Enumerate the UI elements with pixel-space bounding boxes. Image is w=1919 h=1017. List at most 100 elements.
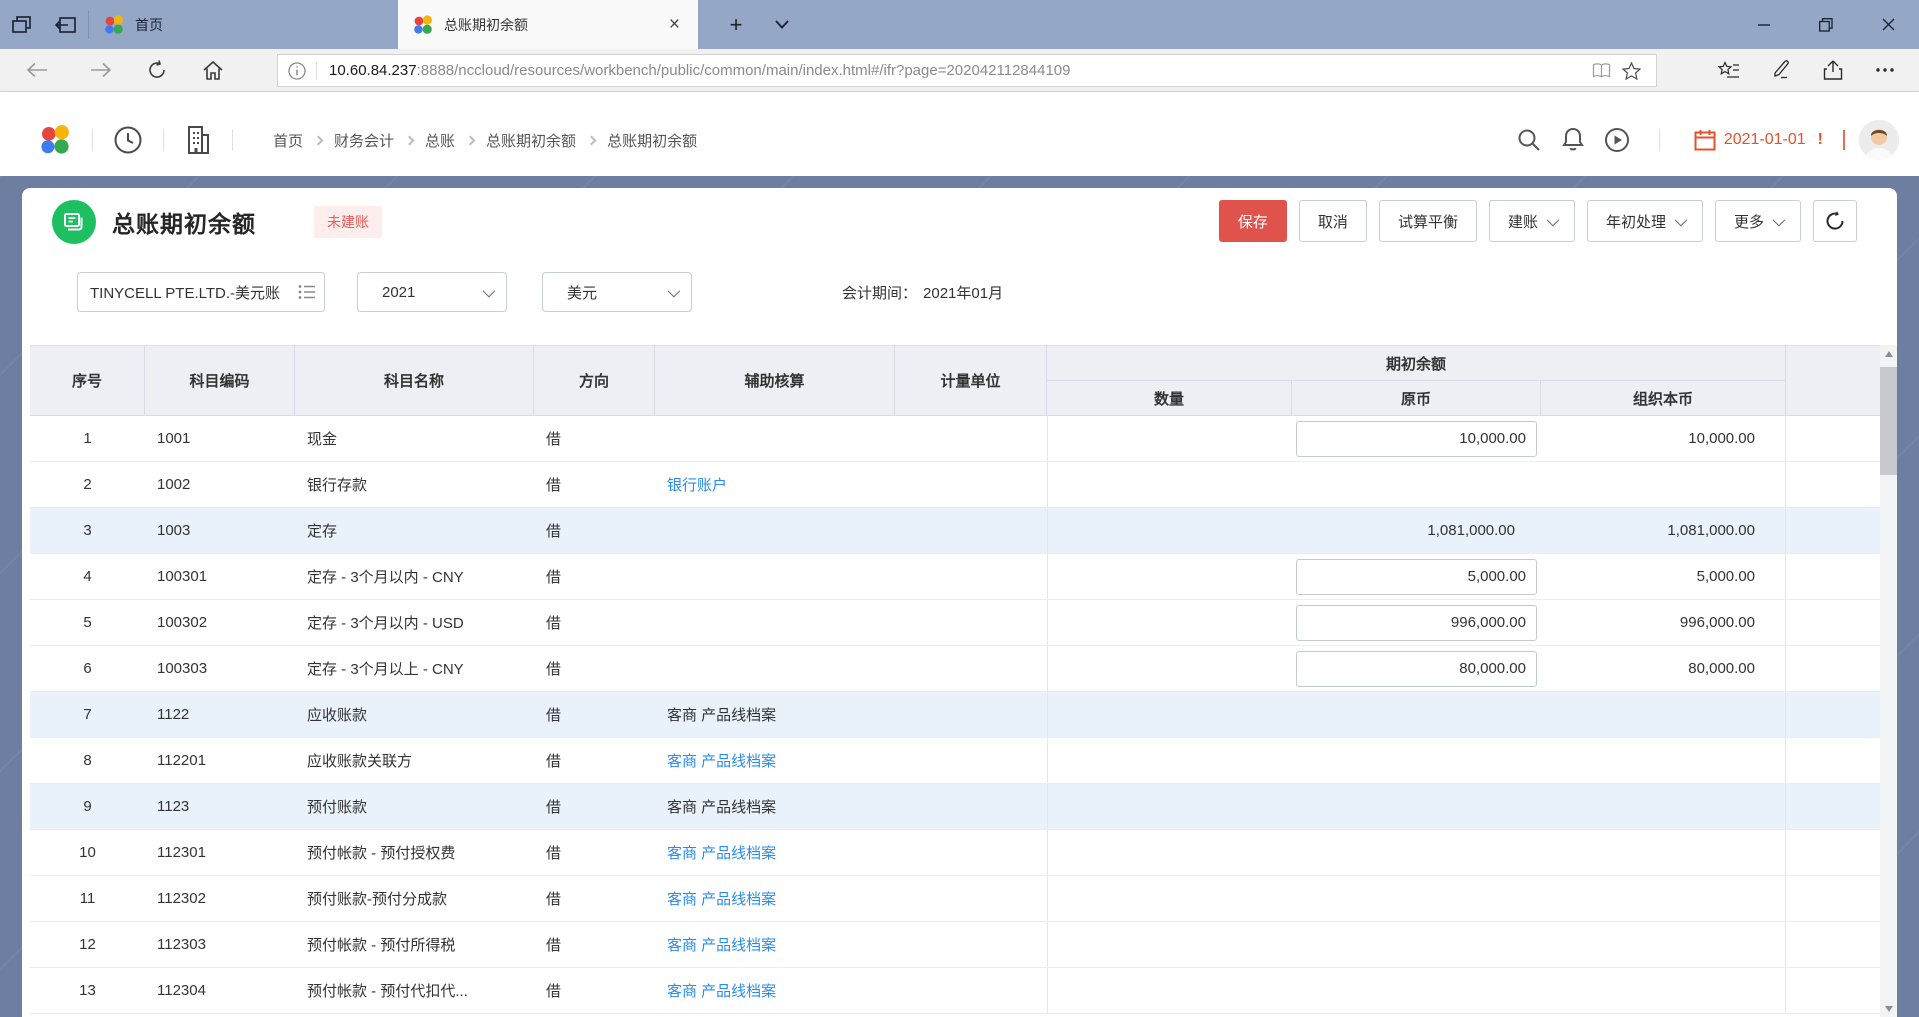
col-header-seq: 序号 — [30, 346, 145, 415]
year-begin-dropdown-button[interactable]: 年初处理 — [1587, 200, 1703, 242]
web-note-pen-icon[interactable] — [1755, 55, 1807, 85]
row-unit — [895, 830, 1047, 875]
orig-amount-input[interactable]: 5,000.00 — [1296, 559, 1537, 595]
window-minimize-button[interactable] — [1733, 0, 1795, 49]
table-row[interactable]: 21002银行存款借银行账户 — [30, 462, 1880, 508]
row-qty — [1047, 876, 1292, 921]
tab-home[interactable]: 首页 — [89, 0, 389, 49]
row-aux-link[interactable]: 客商 产品线档案 — [655, 922, 895, 967]
row-direction: 借 — [534, 554, 655, 599]
favorite-star-icon[interactable] — [1616, 62, 1646, 80]
home-icon[interactable] — [196, 55, 230, 85]
row-seq: 12 — [30, 922, 145, 967]
page-title: 总账期初余额 — [112, 205, 256, 239]
scrollbar-thumb[interactable] — [1880, 367, 1897, 475]
row-aux-link[interactable]: 客商 产品线档案 — [655, 830, 895, 875]
share-icon[interactable] — [1807, 55, 1859, 85]
col-header-opening-balance-group: 期初余额 — [1047, 346, 1786, 381]
tab-list-dropdown-icon[interactable] — [762, 0, 802, 49]
table-row[interactable]: 11112302预付账款-预付分成款借客商 产品线档案 — [30, 876, 1880, 922]
row-name: 预付帐款 - 预付所得税 — [295, 922, 534, 967]
table-row[interactable]: 13112304预付帐款 - 预付代扣代...借客商 产品线档案 — [30, 968, 1880, 1014]
window-restore-button[interactable] — [1795, 0, 1857, 49]
row-aux-link[interactable]: 客商 产品线档案 — [655, 876, 895, 921]
search-icon[interactable] — [1507, 128, 1551, 152]
forward-icon[interactable] — [84, 55, 118, 85]
scroll-down-icon[interactable] — [1880, 1000, 1897, 1017]
scroll-up-icon[interactable] — [1880, 345, 1897, 362]
orig-amount-input[interactable]: 996,000.00 — [1296, 605, 1537, 641]
notification-bell-icon[interactable] — [1551, 127, 1595, 153]
account-book-value: TINYCELL PTE.LTD.-美元账 — [90, 282, 298, 303]
organization-building-icon[interactable] — [184, 125, 212, 155]
tab-close-icon[interactable]: × — [665, 14, 684, 36]
tab-gl-opening-balance[interactable]: 总账期初余额 × — [398, 0, 698, 49]
hub-favorites-icon[interactable] — [1703, 55, 1755, 85]
table-row[interactable]: 91123预付账款借客商 产品线档案 — [30, 784, 1880, 830]
more-options-icon[interactable] — [1859, 55, 1911, 85]
row-unit — [895, 554, 1047, 599]
row-qty — [1047, 416, 1292, 461]
orig-amount-input[interactable]: 10,000.00 — [1296, 421, 1537, 457]
breadcrumb-item[interactable]: 总账期初余额 — [607, 130, 697, 151]
more-dropdown-button[interactable]: 更多 — [1715, 200, 1801, 242]
row-code: 100302 — [145, 600, 295, 645]
cancel-button[interactable]: 取消 — [1299, 200, 1367, 242]
currency-select[interactable]: 美元 — [542, 272, 692, 312]
row-unit — [895, 922, 1047, 967]
row-aux-link[interactable]: 客商 产品线档案 — [655, 968, 895, 1013]
vertical-scrollbar[interactable] — [1880, 345, 1897, 1017]
breadcrumb-item[interactable]: 首页 — [273, 130, 303, 151]
breadcrumb-item[interactable]: 总账 — [425, 130, 455, 151]
table-row[interactable]: 10112301预付帐款 - 预付授权费借客商 产品线档案 — [30, 830, 1880, 876]
tab-preview-icon[interactable] — [0, 0, 44, 49]
row-code: 112302 — [145, 876, 295, 921]
site-info-icon[interactable] — [288, 62, 317, 80]
breadcrumb-item[interactable]: 财务会计 — [334, 130, 394, 151]
table-row[interactable]: 4100301定存 - 3个月以内 - CNY借5,000.005,000.00 — [30, 554, 1880, 600]
table-row[interactable]: 12112303预付帐款 - 预付所得税借客商 产品线档案 — [30, 922, 1880, 968]
table-row[interactable]: 11001现金借10,000.0010,000.00 — [30, 416, 1880, 462]
save-button[interactable]: 保存 — [1219, 200, 1287, 242]
row-aux-link[interactable]: 客商 产品线档案 — [655, 738, 895, 783]
recent-apps-clock-icon[interactable] — [113, 125, 143, 155]
build-ledger-dropdown-button[interactable]: 建账 — [1489, 200, 1575, 242]
refresh-button[interactable] — [1813, 200, 1857, 242]
back-icon[interactable] — [20, 55, 54, 85]
table-body: 11001现金借10,000.0010,000.0021002银行存款借银行账户… — [30, 416, 1880, 1014]
row-qty — [1047, 600, 1292, 645]
row-local-amount — [1541, 692, 1786, 737]
reading-view-icon[interactable] — [1586, 63, 1616, 78]
row-seq: 5 — [30, 600, 145, 645]
tab-title: 首页 — [135, 15, 375, 35]
table-row[interactable]: 31003定存借1,081,000.001,081,000.00 — [30, 508, 1880, 554]
fiscal-year-select[interactable]: 2021 — [357, 272, 507, 312]
currency-value: 美元 — [567, 282, 597, 303]
trial-balance-button[interactable]: 试算平衡 — [1379, 200, 1477, 242]
table-row[interactable]: 71122应收账款借客商 产品线档案 — [30, 692, 1880, 738]
avatar[interactable] — [1859, 120, 1899, 160]
row-seq: 2 — [30, 462, 145, 507]
window-close-button[interactable] — [1857, 0, 1919, 49]
row-filler — [1786, 922, 1880, 967]
refresh-icon[interactable] — [140, 55, 174, 85]
url-path: :8888/nccloud/resources/workbench/public… — [417, 62, 1071, 79]
row-orig-amount — [1292, 876, 1541, 921]
new-tab-button[interactable]: + — [716, 0, 756, 49]
row-aux — [655, 416, 895, 461]
orig-amount-input[interactable]: 80,000.00 — [1296, 651, 1537, 687]
url-field[interactable]: 10.60.84.237:8888/nccloud/resources/work… — [277, 54, 1657, 87]
table-row[interactable]: 5100302定存 - 3个月以内 - USD借996,000.00996,00… — [30, 600, 1880, 646]
play-video-icon[interactable] — [1595, 127, 1639, 153]
row-aux-link[interactable]: 银行账户 — [655, 462, 895, 507]
row-unit — [895, 416, 1047, 461]
set-tabs-aside-icon[interactable] — [44, 0, 88, 49]
row-name: 预付帐款 - 预付授权费 — [295, 830, 534, 875]
table-row[interactable]: 8112201应收账款关联方借客商 产品线档案 — [30, 738, 1880, 784]
build-ledger-label: 建账 — [1508, 211, 1538, 232]
table-row[interactable]: 6100303定存 - 3个月以上 - CNY借80,000.0080,000.… — [30, 646, 1880, 692]
breadcrumb-item[interactable]: 总账期初余额 — [486, 130, 576, 151]
account-book-picker[interactable]: TINYCELL PTE.LTD.-美元账 — [77, 272, 325, 312]
chevron-down-icon — [668, 284, 681, 297]
business-date[interactable]: 2021-01-01 ! — [1694, 129, 1823, 151]
